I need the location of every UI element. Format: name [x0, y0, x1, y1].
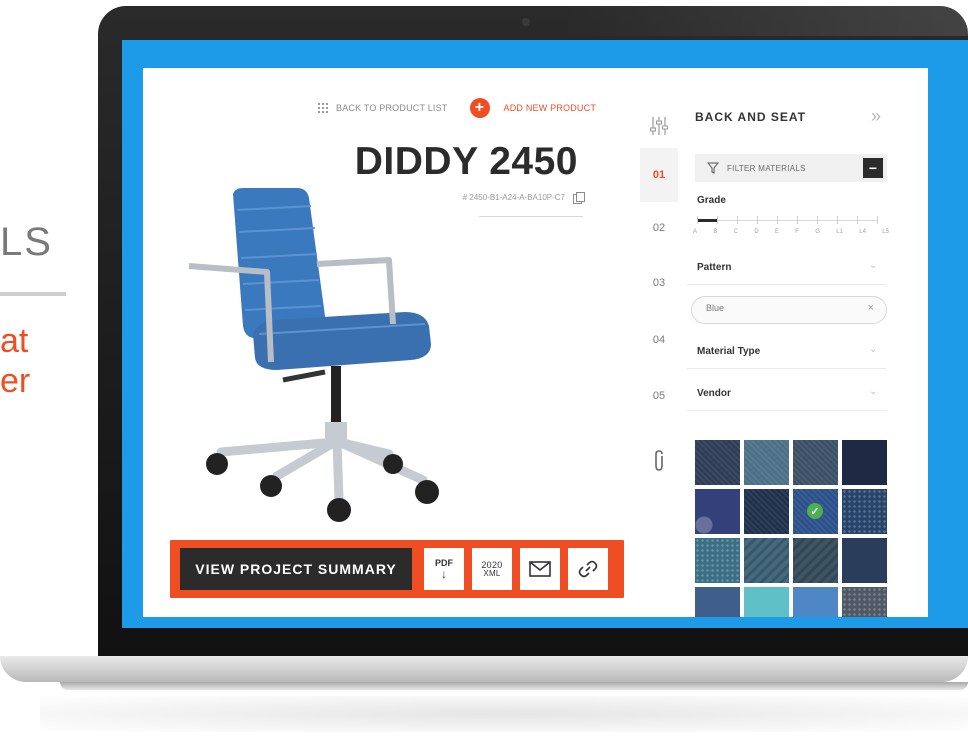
- grade-slider-selected[interactable]: [697, 219, 717, 222]
- material-swatch[interactable]: [695, 489, 740, 534]
- add-product-label: ADD NEW PRODUCT: [503, 103, 597, 113]
- copy-icon[interactable]: [573, 192, 585, 204]
- product-title: DIDDY 2450: [354, 140, 578, 183]
- grade-label: Grade: [697, 195, 726, 206]
- email-button[interactable]: [520, 548, 560, 590]
- action-bar: VIEW PROJECT SUMMARY PDF ↓ 2020 XML: [170, 540, 624, 598]
- grid-icon: [318, 103, 328, 113]
- grade-letter[interactable]: B: [713, 229, 717, 235]
- step-05[interactable]: 05: [640, 390, 678, 402]
- envelope-icon: [529, 561, 551, 577]
- grade-tick: [857, 216, 858, 224]
- grade-tick: [777, 216, 778, 224]
- back-to-product-list-link[interactable]: BACK TO PRODUCT LIST: [318, 103, 448, 113]
- copy-link-button[interactable]: [568, 548, 608, 590]
- add-new-product-button[interactable]: + ADD NEW PRODUCT: [469, 98, 597, 118]
- collapse-filter-button[interactable]: −: [863, 158, 883, 178]
- slide-text-fragment: er: [0, 362, 31, 400]
- chip-label: Blue: [706, 303, 725, 313]
- material-swatch[interactable]: [793, 538, 838, 583]
- grade-letter[interactable]: D: [754, 229, 758, 235]
- material-swatch[interactable]: [695, 538, 740, 583]
- material-swatch[interactable]: [695, 440, 740, 485]
- download-pdf-button[interactable]: PDF ↓: [424, 548, 464, 590]
- product-image-chair: [188, 188, 439, 522]
- configurator-app: BACK TO PRODUCT LIST + ADD NEW PRODUCT D…: [143, 68, 928, 617]
- grade-letter[interactable]: E: [775, 229, 779, 235]
- material-swatch[interactable]: [842, 489, 887, 534]
- pattern-label: Pattern: [697, 262, 732, 273]
- material-swatch[interactable]: [842, 538, 887, 583]
- double-chevron-right-icon[interactable]: »: [871, 106, 881, 127]
- download-arrow-icon: ↓: [441, 567, 447, 581]
- step-04[interactable]: 04: [640, 334, 678, 346]
- laptop-camera: [522, 18, 530, 26]
- grade-letter[interactable]: C: [734, 229, 738, 235]
- step-01[interactable]: 01: [640, 148, 678, 202]
- download-2020-xml-button[interactable]: 2020 XML: [472, 548, 512, 590]
- adjust-sliders-icon[interactable]: [648, 116, 670, 136]
- funnel-icon: [707, 162, 719, 174]
- material-swatch[interactable]: [842, 440, 887, 485]
- slide-text-fragment: at: [0, 322, 29, 360]
- laptop-base: [0, 656, 968, 682]
- material-type-dropdown[interactable]: Material Type ⌄: [687, 338, 887, 369]
- material-swatch[interactable]: [744, 538, 789, 583]
- grade-letter[interactable]: L4: [859, 229, 866, 235]
- grade-letter[interactable]: F: [795, 229, 799, 235]
- chevron-down-icon: ⌄: [869, 260, 878, 271]
- grade-tick: [757, 216, 758, 224]
- remove-chip-icon[interactable]: ×: [868, 302, 874, 314]
- active-filter-chip: Blue ×: [691, 296, 887, 324]
- grade-letters: A B C D E F G L1 L4 L5: [693, 229, 889, 235]
- step-02[interactable]: 02: [640, 222, 678, 234]
- grade-tick: [797, 216, 798, 224]
- laptop-shadow: [40, 696, 968, 732]
- section-steps: 01 02 03 04 05: [640, 112, 678, 512]
- step-03[interactable]: 03: [640, 277, 678, 289]
- grade-letter[interactable]: G: [815, 229, 820, 235]
- material-swatch[interactable]: [744, 587, 789, 617]
- plus-icon: +: [469, 98, 490, 118]
- material-swatch[interactable]: [744, 489, 789, 534]
- grade-tick: [697, 216, 698, 224]
- panel-title: BACK AND SEAT: [695, 110, 806, 124]
- grade-letter[interactable]: L5: [882, 229, 889, 235]
- chevron-down-icon: ⌄: [869, 344, 878, 355]
- grade-tick: [717, 216, 718, 224]
- grade-letter[interactable]: A: [693, 229, 697, 235]
- material-swatch[interactable]: [793, 587, 838, 617]
- link-icon: [578, 560, 598, 578]
- slide-divider: [0, 292, 66, 296]
- material-swatch[interactable]: [793, 440, 838, 485]
- configuration-panel: BACK AND SEAT » FILTER MATERIALS − Grade…: [687, 68, 928, 617]
- bezel-glare: [560, 6, 968, 36]
- vendor-label: Vendor: [697, 388, 731, 399]
- chevron-down-icon: ⌄: [869, 386, 878, 397]
- material-swatch[interactable]: ✓: [793, 489, 838, 534]
- view-project-summary-button[interactable]: VIEW PROJECT SUMMARY: [180, 548, 412, 590]
- material-swatch[interactable]: [744, 440, 789, 485]
- grade-letter[interactable]: L1: [836, 229, 843, 235]
- material-swatch[interactable]: [842, 587, 887, 617]
- material-type-label: Material Type: [697, 346, 761, 357]
- slide-text-fragment: LS: [0, 220, 53, 264]
- grade-tick: [877, 216, 878, 224]
- material-swatch-grid: ✓: [695, 440, 889, 617]
- vendor-dropdown[interactable]: Vendor ⌄: [687, 380, 887, 411]
- xml-label-bottom: XML: [483, 568, 501, 578]
- pattern-dropdown[interactable]: Pattern ⌄: [687, 254, 887, 285]
- filter-materials-bar[interactable]: FILTER MATERIALS −: [695, 154, 887, 182]
- laptop-base-edge: [60, 682, 968, 690]
- filter-materials-label: FILTER MATERIALS: [727, 163, 806, 173]
- grade-tick: [737, 216, 738, 224]
- top-nav: BACK TO PRODUCT LIST + ADD NEW PRODUCT: [318, 98, 596, 118]
- material-swatch[interactable]: [695, 587, 740, 617]
- checkmark-icon: ✓: [807, 503, 823, 519]
- grade-slider-track[interactable]: [697, 220, 877, 221]
- grade-tick: [817, 216, 818, 224]
- grade-tick: [837, 216, 838, 224]
- paperclip-icon[interactable]: [650, 450, 668, 472]
- back-link-label: BACK TO PRODUCT LIST: [336, 103, 448, 113]
